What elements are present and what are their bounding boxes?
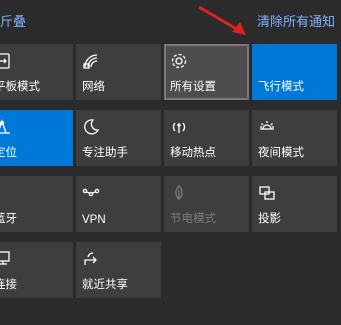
tile-label: 移动热点 <box>170 147 216 159</box>
tile-nearby-share[interactable]: 就近共享 <box>76 242 161 298</box>
tile-label: 所有设置 <box>170 81 216 93</box>
tile-label: 连接 <box>0 279 17 291</box>
action-center-header: 斤叠 清除所有通知 <box>0 0 341 40</box>
gear-icon <box>170 52 188 70</box>
tile-bluetooth[interactable]: 蓝牙 <box>0 176 73 232</box>
bluetooth-icon <box>0 184 12 202</box>
collapse-link[interactable]: 斤叠 <box>0 11 26 30</box>
tile-project[interactable]: 投影 <box>252 176 337 232</box>
hotspot-icon <box>170 118 188 136</box>
tile-location[interactable]: 定位 <box>0 110 73 166</box>
tile-night-light[interactable]: 夜间模式 <box>252 110 337 166</box>
tile-label: 飞行模式 <box>258 81 304 93</box>
tile-all-settings[interactable]: 所有设置 <box>164 44 249 100</box>
tile-mobile-hotspot[interactable]: 移动热点 <box>164 110 249 166</box>
tile-network[interactable]: 网络 <box>76 44 161 100</box>
tile-label: 平板模式 <box>0 81 40 93</box>
tile-connect[interactable]: 连接 <box>0 242 73 298</box>
location-icon <box>0 118 12 136</box>
tile-label: 投影 <box>258 213 281 225</box>
tablet-mode-icon <box>0 52 12 70</box>
tile-focus-assist[interactable]: 专注助手 <box>76 110 161 166</box>
tile-label: 蓝牙 <box>0 213 17 225</box>
brightness-icon <box>258 118 276 136</box>
tile-label: 定位 <box>0 147 17 159</box>
airplane-icon <box>258 52 276 70</box>
tile-vpn[interactable]: VPN <box>76 176 161 232</box>
tile-label: 夜间模式 <box>258 147 304 159</box>
tile-label: 就近共享 <box>82 279 128 291</box>
tile-label: 网络 <box>82 81 105 93</box>
project-icon <box>258 184 276 202</box>
clear-all-notifications-link[interactable]: 清除所有通知 <box>257 11 335 30</box>
battery-saver-icon <box>170 184 188 202</box>
tile-battery-saver[interactable]: 节电模式 <box>164 176 249 232</box>
connect-icon <box>0 250 12 268</box>
red-arrow-annotation <box>198 5 246 35</box>
tile-label: VPN <box>82 214 106 226</box>
tile-tablet-mode[interactable]: 平板模式 <box>0 44 73 100</box>
vpn-icon <box>82 184 100 202</box>
nearby-share-icon <box>82 250 100 268</box>
tile-label: 专注助手 <box>82 147 128 159</box>
tile-airplane-mode[interactable]: 飞行模式 <box>252 44 337 100</box>
moon-icon <box>82 118 100 136</box>
network-icon <box>82 52 100 70</box>
tile-label: 节电模式 <box>170 213 216 225</box>
